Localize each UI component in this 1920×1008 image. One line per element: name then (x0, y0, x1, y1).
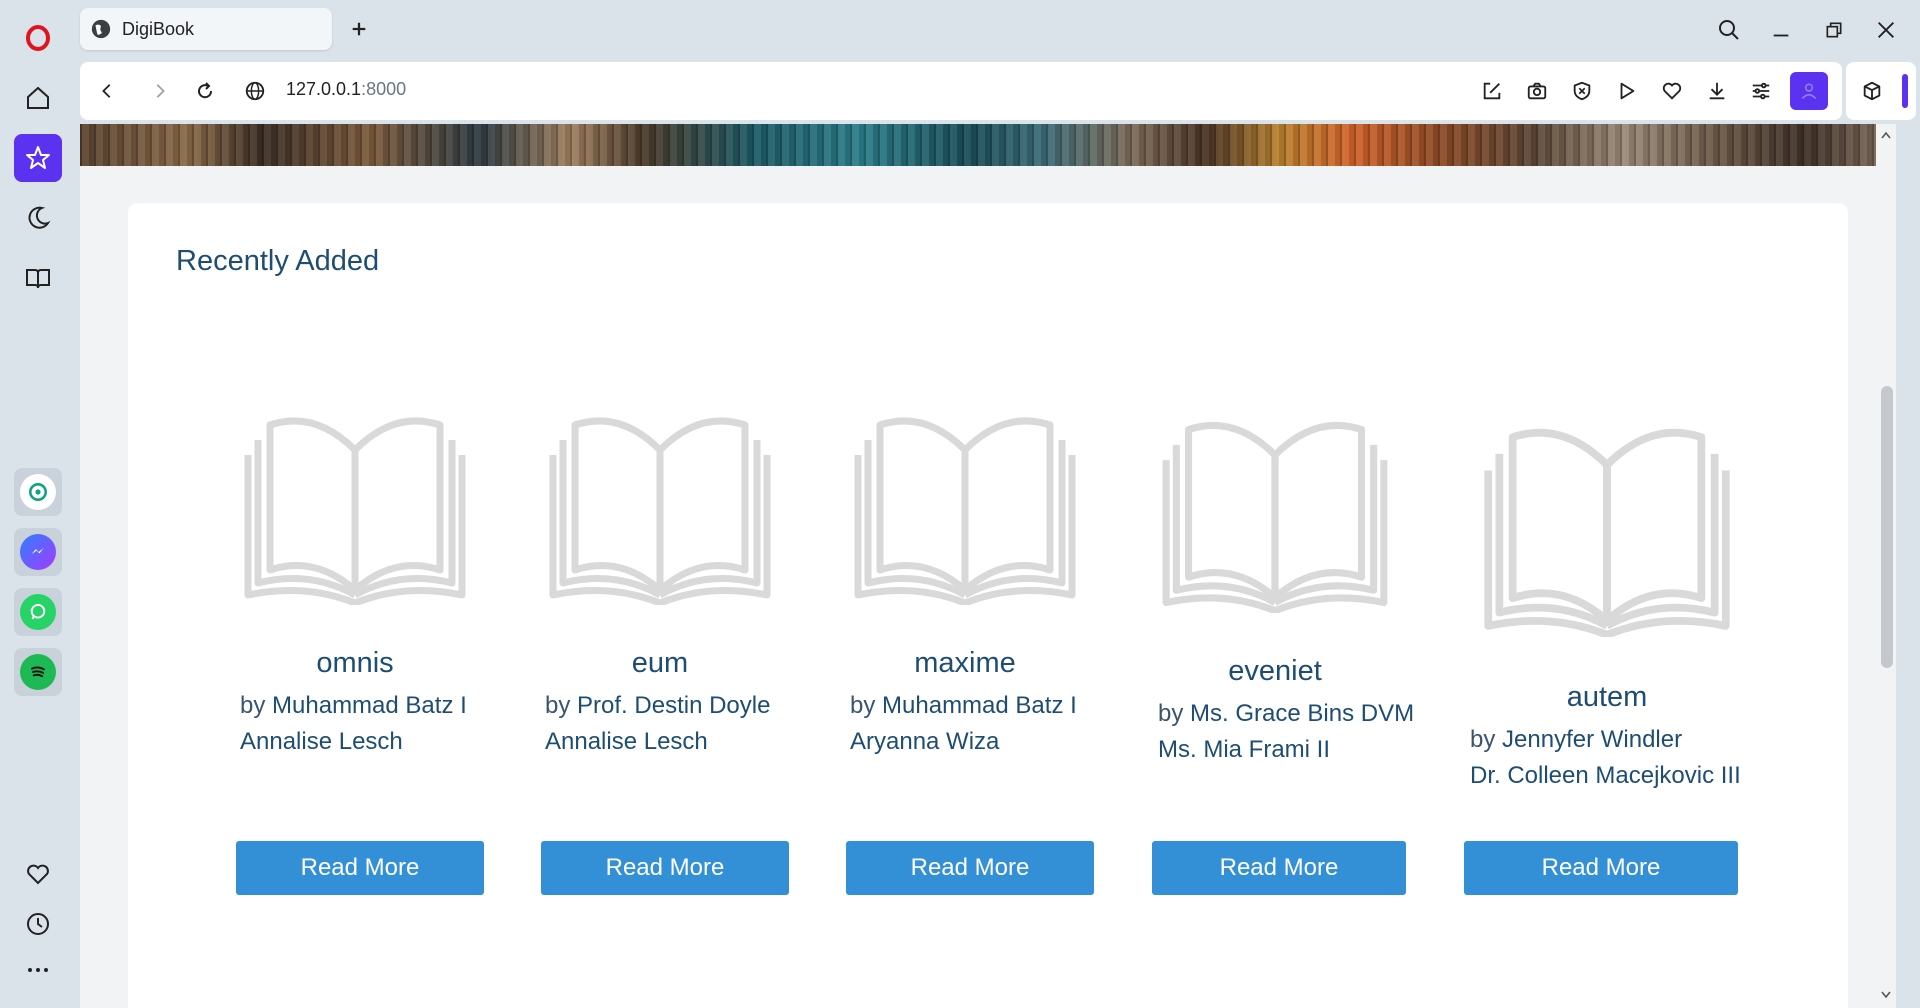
plus-icon (352, 22, 366, 36)
favorites-heart-icon[interactable] (14, 850, 62, 898)
open-book-icon (244, 417, 466, 605)
close-icon (1878, 22, 1894, 38)
scrollbar-thumb[interactable] (1881, 386, 1893, 668)
open-book-icon (1484, 428, 1730, 637)
more-dots-icon[interactable] (14, 946, 62, 994)
bookshelf-banner-image (80, 124, 1896, 166)
open-book-icon (549, 417, 771, 605)
read-more-button[interactable]: Read More (541, 841, 789, 895)
tab-title: DigiBook (122, 18, 195, 39)
sidebar-toggle-bar[interactable] (1902, 74, 1908, 108)
recently-added-card: Recently Added omnis by Muhammad Batz IA… (128, 203, 1848, 1008)
browser-sidebar (0, 0, 76, 1008)
read-more-button[interactable]: Read More (236, 841, 484, 895)
home-icon[interactable] (14, 74, 62, 122)
restore-icon (1826, 22, 1842, 38)
url-port: :8000 (361, 79, 407, 99)
book-authors: by Jennyfer Windler Dr. Colleen Macejkovi… (1470, 726, 1741, 789)
messenger-icon[interactable] (14, 528, 62, 576)
book-card: eum by Prof. Destin Doyle Annalise Lesch (545, 405, 775, 760)
whatsapp-icon[interactable] (14, 588, 62, 636)
book-card: maxime by Muhammad Batz I Aryanna Wiza (850, 405, 1080, 760)
scroll-up-arrow-icon[interactable] (1880, 130, 1892, 140)
heart-icon (1662, 82, 1682, 100)
edit-share-icon (1483, 82, 1501, 100)
back-button[interactable] (92, 76, 122, 106)
book-card: eveniet by Ms. Grace Bins DVM Ms. Mia Fra… (1158, 409, 1415, 768)
profile-button[interactable] (1790, 72, 1828, 110)
search-tabs-button[interactable] (1711, 12, 1747, 48)
adblock-button[interactable] (1568, 77, 1596, 105)
scroll-down-arrow-icon[interactable] (1880, 990, 1892, 1000)
book-card: autem by Jennyfer Windler Dr. Colleen Mac… (1470, 415, 1744, 794)
player-button[interactable] (1613, 77, 1641, 105)
read-more-button[interactable]: Read More (1152, 841, 1406, 895)
url-field[interactable]: 127.0.0.1:8000 (286, 79, 406, 100)
page-viewport: Recently Added omnis by Muhammad Batz IA… (80, 124, 1896, 1008)
book-title: maxime (914, 647, 1016, 679)
download-icon (1709, 82, 1725, 100)
sliders-icon (1752, 82, 1770, 100)
camera-icon (1527, 82, 1547, 100)
book-title: omnis (316, 647, 394, 679)
user-icon (1801, 83, 1817, 100)
moon-icon[interactable] (14, 194, 62, 242)
shield-icon (1573, 81, 1591, 101)
history-clock-icon[interactable] (14, 900, 62, 948)
tab-digibook[interactable]: DigiBook (80, 8, 332, 50)
book-card: omnis by Muhammad Batz I Annalise Lesch (240, 405, 470, 760)
share-button[interactable] (1478, 77, 1506, 105)
minimize-icon (1773, 34, 1789, 37)
section-title: Recently Added (176, 245, 380, 277)
book-authors: by Prof. Destin Doyle Annalise Lesch (545, 692, 771, 755)
reload-button[interactable] (190, 76, 220, 106)
book-authors: by Ms. Grace Bins DVM Ms. Mia Frami II (1158, 700, 1415, 763)
extensions-area (1846, 62, 1916, 120)
opera-logo-icon[interactable] (14, 14, 62, 62)
url-host: 127.0.0.1 (286, 79, 362, 99)
snapshot-button[interactable] (1523, 77, 1551, 105)
bookmark-heart-button[interactable] (1658, 77, 1686, 105)
restore-button[interactable] (1816, 12, 1852, 48)
downloads-button[interactable] (1703, 77, 1731, 105)
open-book-icon (854, 417, 1076, 605)
book-title: eum (631, 647, 689, 679)
forward-button[interactable] (145, 76, 175, 106)
reload-icon (198, 82, 213, 99)
address-bar: 127.0.0.1:8000 (80, 62, 1842, 120)
read-more-button[interactable]: Read More (846, 841, 1094, 895)
extensions-button[interactable] (1858, 77, 1886, 105)
spotify-icon[interactable] (14, 648, 62, 696)
book-title: eveniet (1228, 655, 1322, 687)
tab-bar: DigiBook (76, 0, 1920, 60)
close-window-button[interactable] (1868, 12, 1904, 48)
open-book-icon (1162, 421, 1388, 613)
site-info-button[interactable] (240, 76, 270, 106)
chatgpt-icon[interactable] (14, 468, 62, 516)
chevron-left-icon (102, 84, 111, 98)
easy-setup-button[interactable] (1747, 77, 1775, 105)
minimize-button[interactable] (1763, 12, 1799, 48)
pinboard-star-icon[interactable] (14, 134, 62, 182)
reading-list-book-icon[interactable] (14, 254, 62, 302)
new-tab-button[interactable] (344, 14, 374, 44)
book-authors: by Muhammad Batz I Aryanna Wiza (850, 692, 1077, 755)
book-title: autem (1566, 681, 1648, 713)
search-icon (1719, 20, 1739, 40)
vertical-scrollbar[interactable] (1876, 124, 1896, 1008)
play-icon (1620, 82, 1635, 100)
book-authors: by Muhammad Batz I Annalise Lesch (240, 692, 467, 755)
globe-icon (245, 81, 265, 101)
read-more-button[interactable]: Read More (1464, 841, 1738, 895)
chevron-right-icon (156, 84, 165, 98)
globe-favicon-icon (91, 19, 111, 39)
cube-icon (1863, 81, 1881, 101)
